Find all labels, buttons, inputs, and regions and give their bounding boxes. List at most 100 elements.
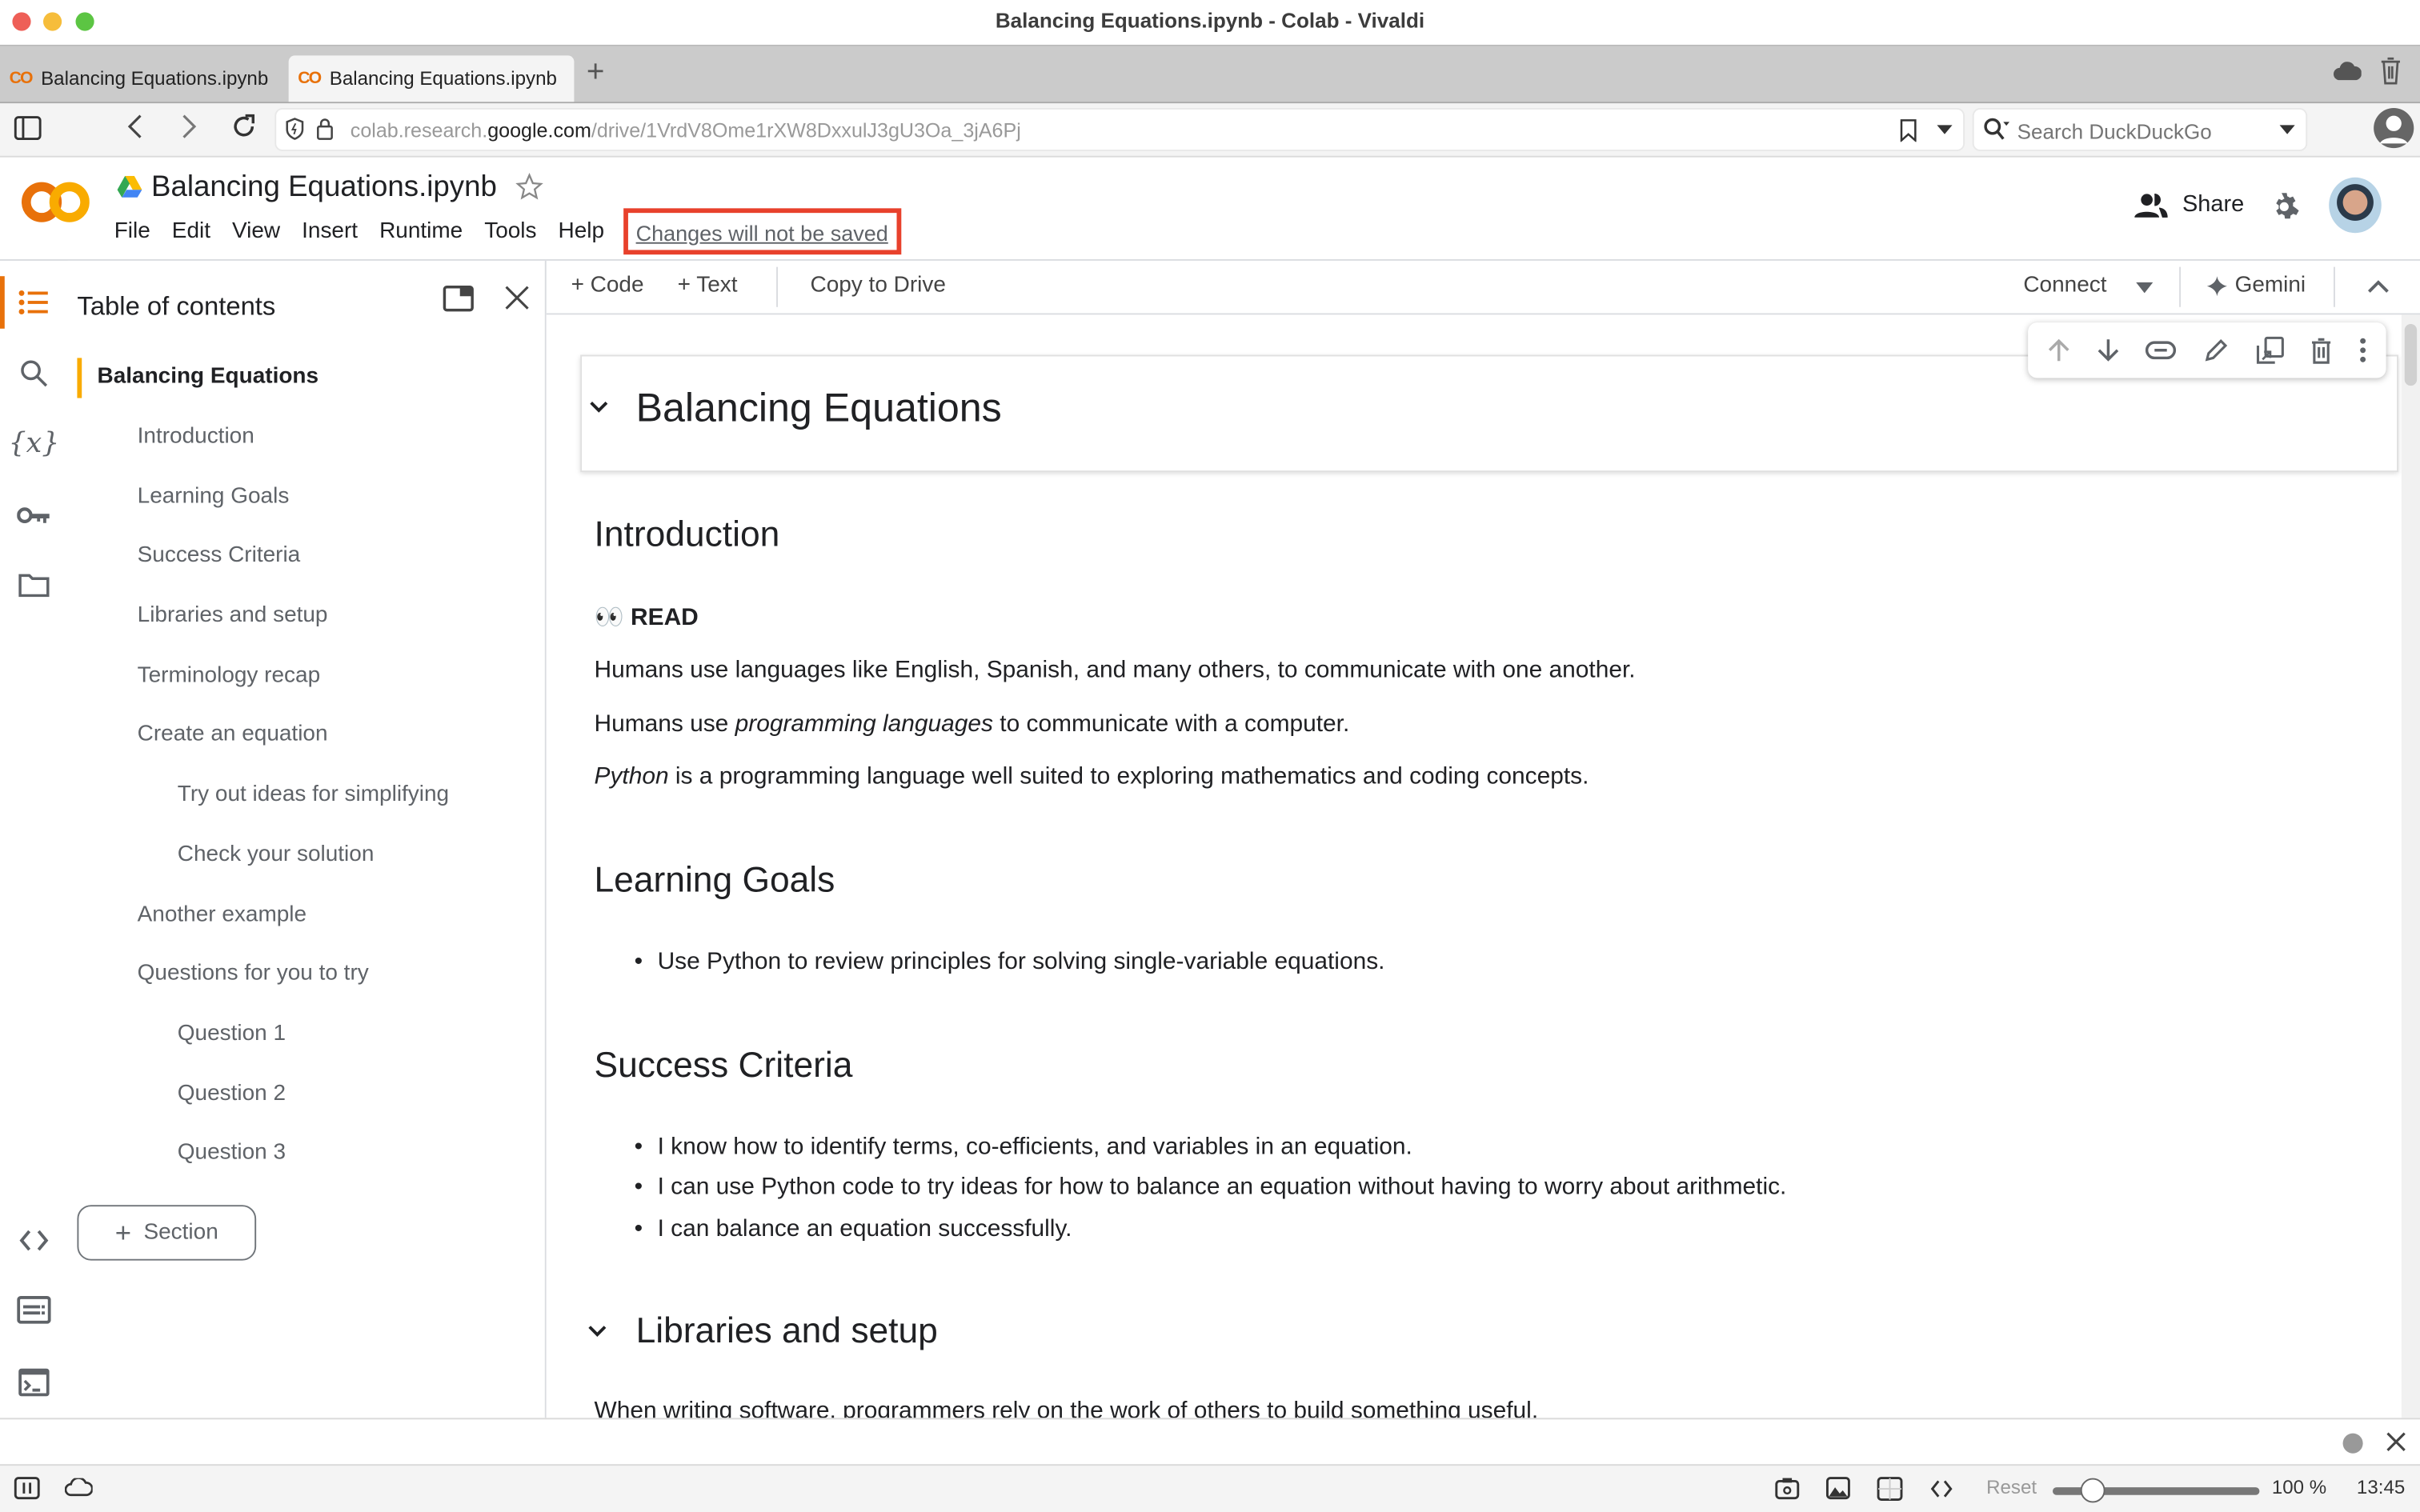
shield-icon[interactable]: [286, 118, 304, 141]
tab-label: Balancing Equations.ipynb: [41, 67, 269, 90]
menu-tools[interactable]: Tools: [484, 219, 549, 244]
toc-item[interactable]: Create an equation: [138, 722, 328, 747]
gemini-button[interactable]: Gemini: [2206, 273, 2306, 298]
toc-item[interactable]: Questions for you to try: [138, 961, 369, 986]
sync-cloud-icon[interactable]: [64, 1478, 93, 1497]
toc-item[interactable]: Libraries and setup: [138, 603, 328, 628]
toc-item[interactable]: Terminology recap: [138, 663, 321, 688]
window-titlebar: Balancing Equations.ipynb - Colab - Viva…: [0, 0, 2420, 46]
secrets-key-icon[interactable]: [12, 494, 55, 537]
back-button[interactable]: [123, 111, 145, 142]
user-avatar[interactable]: [2329, 177, 2382, 234]
colab-logo[interactable]: [21, 179, 90, 226]
browser-tab[interactable]: CO Balancing Equations.ipynb: [0, 55, 286, 102]
trash-icon[interactable]: [2380, 57, 2402, 85]
image-toggle-icon[interactable]: [1825, 1477, 1850, 1500]
list-item: Use Python to review principles for solv…: [635, 949, 1385, 977]
toolbar-divider: [2179, 266, 2182, 307]
toc-item[interactable]: Question 1: [178, 1022, 286, 1046]
link-icon[interactable]: [2146, 341, 2177, 360]
url-text[interactable]: colab.research.google.com/drive/1VrdV8Om…: [351, 118, 1021, 142]
copy-to-drive-button[interactable]: Copy to Drive: [810, 273, 945, 298]
panel-toggle-icon[interactable]: [14, 1477, 40, 1500]
toc-item[interactable]: Introduction: [138, 424, 254, 449]
plus-icon: +: [571, 273, 591, 298]
connect-button[interactable]: Connect: [2023, 273, 2106, 298]
code-snippets-icon[interactable]: [12, 1219, 55, 1262]
table-of-contents-icon[interactable]: [12, 281, 55, 324]
more-options-icon[interactable]: [2360, 338, 2366, 362]
collapse-section-chevron-icon[interactable]: [588, 1326, 607, 1338]
new-tab-button[interactable]: +: [587, 55, 605, 90]
cell-toolbar: [2028, 322, 2386, 378]
toc-item[interactable]: Try out ideas for simplifying: [178, 782, 449, 807]
plus-icon: +: [677, 273, 697, 298]
settings-gear-icon[interactable]: [2269, 191, 2300, 222]
notebook-scrollbar[interactable]: [2401, 314, 2420, 1418]
close-panel-icon[interactable]: [505, 286, 530, 310]
menu-file[interactable]: File: [114, 219, 163, 244]
add-section-button[interactable]: + Section: [77, 1205, 257, 1261]
side-rail: {x}: [0, 261, 68, 1418]
delete-cell-icon[interactable]: [2311, 337, 2333, 363]
toc-item[interactable]: Learning Goals: [138, 485, 290, 510]
open-in-tab-icon[interactable]: [443, 285, 474, 312]
add-code-button[interactable]: + Code: [571, 273, 644, 298]
sidebar-toggle-icon[interactable]: [14, 116, 42, 141]
zoom-slider-handle[interactable]: [2080, 1478, 2105, 1503]
share-button[interactable]: Share: [2134, 191, 2244, 218]
notebook-heading: Balancing Equations: [635, 384, 1002, 431]
search-engine-dropdown-icon[interactable]: [2279, 125, 2295, 134]
zoom-reset-button[interactable]: Reset: [1986, 1477, 2037, 1498]
move-cell-down-icon[interactable]: [2097, 338, 2118, 362]
toc-active-indicator: [77, 358, 82, 398]
cloud-sync-icon[interactable]: [2334, 62, 2362, 81]
command-palette-icon[interactable]: [12, 1288, 55, 1331]
mirror-cell-icon[interactable]: [2256, 336, 2284, 364]
move-cell-up-icon[interactable]: [2048, 338, 2069, 362]
notebook-title[interactable]: Balancing Equations.ipynb: [151, 171, 497, 205]
files-folder-icon[interactable]: [12, 563, 55, 606]
menu-view[interactable]: View: [232, 219, 293, 244]
toc-item[interactable]: Success Criteria: [138, 543, 301, 568]
menu-insert[interactable]: Insert: [302, 219, 370, 244]
terminal-icon[interactable]: [12, 1361, 55, 1404]
star-icon[interactable]: [515, 172, 543, 201]
profile-avatar-icon[interactable]: [2372, 106, 2415, 150]
toc-item[interactable]: Another example: [138, 902, 307, 927]
edit-pencil-icon[interactable]: [2204, 338, 2229, 362]
collapse-header-icon[interactable]: [2367, 279, 2389, 293]
close-bottom-panel-icon[interactable]: [2386, 1432, 2406, 1452]
address-bar[interactable]: colab.research.google.com/drive/1VrdV8Om…: [276, 109, 1964, 150]
search-input[interactable]: [2013, 114, 2268, 149]
toc-item[interactable]: Balancing Equations: [97, 364, 319, 389]
bookmark-icon[interactable]: [1900, 118, 1917, 142]
forward-button[interactable]: [179, 111, 201, 142]
people-icon: [2134, 193, 2168, 217]
menu-help[interactable]: Help: [559, 219, 617, 244]
menu-runtime[interactable]: Runtime: [379, 219, 475, 244]
search-engine-field[interactable]: [1973, 109, 2306, 150]
connect-dropdown-icon[interactable]: [2136, 282, 2154, 294]
capture-camera-icon[interactable]: [1775, 1477, 1800, 1500]
menu-edit[interactable]: Edit: [172, 219, 223, 244]
search-icon[interactable]: [12, 352, 55, 395]
toc-item[interactable]: Question 3: [178, 1140, 286, 1165]
toc-item[interactable]: Check your solution: [178, 842, 375, 867]
variables-icon[interactable]: {x}: [9, 421, 60, 464]
browser-tab-active[interactable]: CO Balancing Equations.ipynb: [288, 55, 575, 102]
scrollbar-thumb[interactable]: [2404, 323, 2418, 386]
lock-icon[interactable]: [316, 118, 333, 141]
list-item: I know how to identify terms, co-efficie…: [635, 1134, 1412, 1162]
reload-button[interactable]: [230, 113, 258, 141]
toc-item[interactable]: Question 2: [178, 1082, 286, 1106]
page-actions-icon[interactable]: [1930, 1479, 1953, 1498]
collapse-section-chevron-icon[interactable]: [590, 401, 608, 413]
bookmark-dropdown-icon[interactable]: [1937, 125, 1953, 134]
changes-not-saved-link[interactable]: Changes will not be saved: [636, 221, 888, 246]
add-text-button[interactable]: + Text: [678, 273, 738, 298]
zoom-slider[interactable]: [2052, 1478, 2260, 1503]
menu-bar: File Edit View Insert Runtime Tools Help: [114, 219, 626, 244]
window-title: Balancing Equations.ipynb - Colab - Viva…: [995, 9, 1425, 33]
page-tiling-icon[interactable]: [1877, 1477, 1903, 1502]
